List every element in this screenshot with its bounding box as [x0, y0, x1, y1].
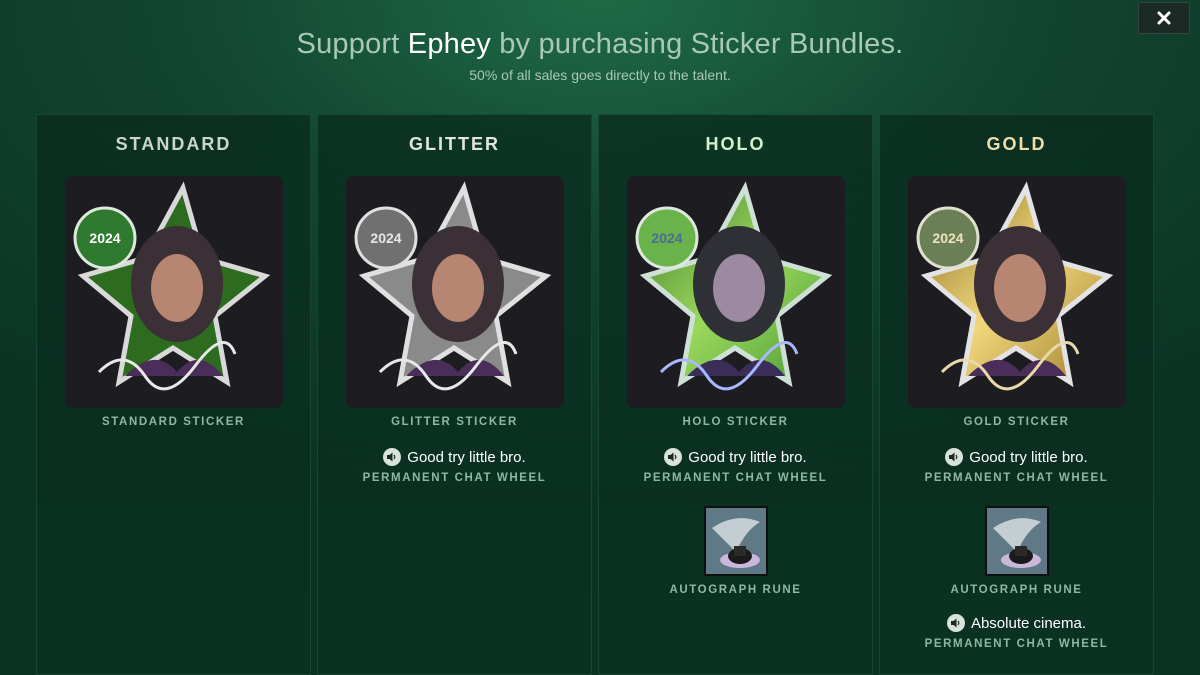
chat-wheel-line-2[interactable]: Absolute cinema. [946, 614, 1087, 632]
speaker-icon[interactable] [946, 614, 965, 632]
svg-text:2024: 2024 [651, 230, 682, 246]
speaker-icon[interactable] [945, 448, 964, 466]
chat-wheel-type: PERMANENT CHAT WHEEL [924, 638, 1109, 650]
tier-title: HOLO [705, 134, 766, 154]
chat-wheel-type: PERMANENT CHAT WHEEL [362, 472, 547, 484]
chat-wheel-text: Good try little bro. [969, 448, 1088, 466]
bundle-panel-glitter[interactable]: GLITTER 2024 GLITTER STICKER Good try li… [317, 114, 592, 675]
sticker-preview-glitter[interactable]: 2024 [345, 176, 564, 408]
bundle-panels: STANDARD 2024 STANDARD STICKER GLITTER 2… [36, 114, 1156, 675]
bundle-panel-holo[interactable]: HOLO 2024 HOLO STICKER Good try little b… [598, 114, 873, 675]
svg-text:2024: 2024 [932, 230, 963, 246]
sticker-label: GLITTER STICKER [391, 416, 518, 428]
tier-title: STANDARD [115, 134, 232, 154]
svg-text:2024: 2024 [370, 230, 401, 246]
chat-wheel-text: Good try little bro. [688, 448, 807, 466]
speaker-icon[interactable] [383, 448, 402, 466]
sticker-preview-holo[interactable]: 2024 [626, 176, 845, 408]
sticker-image: 2024 [345, 176, 564, 408]
chat-wheel-type: PERMANENT CHAT WHEEL [924, 472, 1109, 484]
tier-title: GLITTER [409, 134, 500, 154]
bundle-panel-gold[interactable]: GOLD 2024 GOLD STICKER Good try little b… [879, 114, 1154, 675]
svg-text:2024: 2024 [89, 230, 120, 246]
chat-wheel-line[interactable]: Good try little bro. [945, 448, 1088, 466]
autograph-rune-icon[interactable] [984, 506, 1049, 576]
talent-name: Ephey [407, 28, 492, 60]
header: Support Ephey by purchasing Sticker Bund… [0, 28, 1200, 83]
chat-wheel-text: Absolute cinema. [970, 614, 1087, 632]
page-title: Support Ephey by purchasing Sticker Bund… [296, 28, 904, 60]
speaker-icon[interactable] [664, 448, 683, 466]
tier-title: GOLD [986, 134, 1047, 154]
rune-label: AUTOGRAPH RUNE [669, 584, 802, 596]
sticker-label: STANDARD STICKER [102, 416, 245, 428]
page-subtitle: 50% of all sales goes directly to the ta… [469, 67, 731, 83]
rune-label: AUTOGRAPH RUNE [950, 584, 1083, 596]
sticker-image: 2024 [907, 176, 1126, 408]
bundle-panel-standard[interactable]: STANDARD 2024 STANDARD STICKER [36, 114, 311, 675]
chat-wheel-line[interactable]: Good try little bro. [664, 448, 807, 466]
sticker-image: 2024 [64, 176, 283, 408]
sticker-preview-standard[interactable]: 2024 [64, 176, 283, 408]
chat-wheel-type: PERMANENT CHAT WHEEL [643, 472, 828, 484]
sticker-image: 2024 [626, 176, 845, 408]
autograph-rune-icon[interactable] [703, 506, 768, 576]
sticker-label: GOLD STICKER [963, 416, 1070, 428]
chat-wheel-line[interactable]: Good try little bro. [383, 448, 526, 466]
chat-wheel-text: Good try little bro. [407, 448, 526, 466]
close-icon [1157, 11, 1171, 25]
sticker-label: HOLO STICKER [682, 416, 789, 428]
sticker-preview-gold[interactable]: 2024 [907, 176, 1126, 408]
